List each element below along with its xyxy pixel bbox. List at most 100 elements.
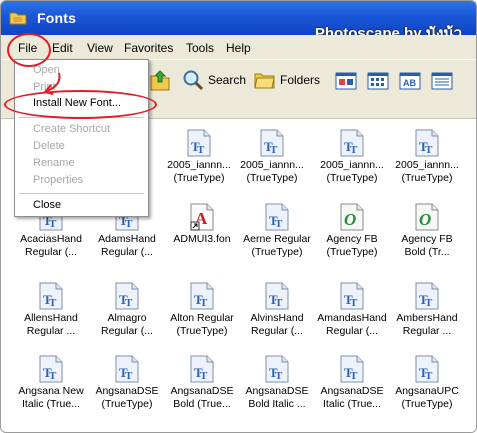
title-bar: Fonts Photoscape by นังนุ้ว (1, 1, 476, 42)
font-item[interactable]: TT Aerne Regular (TrueType) (238, 203, 316, 275)
font-item[interactable]: TT AngsanaDSE Italic (True... (313, 355, 391, 427)
font-item[interactable]: TT AllensHand Regular ... (12, 282, 90, 354)
font-item[interactable]: TT 2005_iannn... (TrueType) (313, 129, 391, 201)
font-item[interactable]: A ADMUI3.fon (163, 203, 241, 275)
truetype-font-icon: TT (415, 129, 439, 157)
svg-text:T: T (275, 370, 283, 382)
folders-label: Folders (280, 73, 321, 87)
font-name: AngsanaDSE (245, 385, 309, 397)
font-item[interactable]: TT AngsanaDSE Bold Italic ... (238, 355, 316, 427)
menu-item-rename: Rename (33, 157, 75, 169)
folders-button[interactable]: Folders (254, 67, 320, 93)
svg-text:T: T (275, 218, 283, 230)
font-type: Bold (True... (173, 398, 231, 410)
menu-edit[interactable]: Edit (52, 41, 73, 55)
font-name: AcaciasHand (20, 233, 82, 245)
font-item[interactable]: TT AmandasHand Regular (... (313, 282, 391, 354)
raster-font-shortcut-icon: A (190, 203, 214, 231)
font-item[interactable]: TT 2005_iannn... (TrueType) (160, 129, 238, 201)
menu-item-close[interactable]: Close (33, 199, 61, 211)
svg-text:T: T (425, 297, 433, 309)
svg-text:T: T (200, 370, 208, 382)
svg-text:O: O (344, 210, 356, 229)
truetype-font-icon: TT (115, 355, 139, 383)
font-name: Agency FB (401, 233, 453, 245)
font-name: Almagro (107, 312, 147, 324)
font-name: 2005_iannn... (320, 159, 384, 171)
view-details-button[interactable] (430, 70, 456, 94)
svg-text:T: T (270, 144, 278, 156)
font-item[interactable]: TT AlvinsHand Regular (... (238, 282, 316, 354)
font-type: (TrueType) (251, 246, 303, 258)
font-name: AmandasHand (317, 312, 387, 324)
font-item[interactable]: O Agency FB Bold (Tr... (388, 203, 466, 275)
font-name: 2005_iannn... (395, 159, 459, 171)
font-type: (TrueType) (246, 172, 298, 184)
font-item[interactable]: O Agency FB (TrueType) (313, 203, 391, 275)
truetype-font-icon: TT (39, 355, 63, 383)
truetype-font-icon: TT (265, 203, 289, 231)
details-view-icon (431, 72, 453, 90)
truetype-font-icon: TT (340, 355, 364, 383)
search-icon (183, 70, 204, 91)
menu-view[interactable]: View (87, 41, 113, 55)
font-item[interactable]: TT 2005_iannn... (TrueType) (388, 129, 466, 201)
menu-favorites[interactable]: Favorites (124, 41, 173, 55)
font-name: Angsana New (18, 385, 84, 397)
annotation-circle-install (4, 90, 157, 119)
font-item[interactable]: TT Alton Regular (TrueType) (163, 282, 241, 354)
opentype-font-icon: O (415, 203, 439, 231)
font-type: (TrueType) (326, 246, 378, 258)
truetype-font-icon: TT (340, 282, 364, 310)
font-type: Regular (... (101, 325, 153, 337)
svg-text:T: T (425, 144, 433, 156)
font-item[interactable]: TT AngsanaUPC (TrueType) (388, 355, 466, 427)
font-name: Alton Regular (170, 312, 234, 324)
svg-text:T: T (350, 297, 358, 309)
font-type: Regular (... (326, 325, 378, 337)
font-name: Agency FB (326, 233, 378, 245)
font-name: AngsanaDSE (170, 385, 234, 397)
menu-help[interactable]: Help (226, 41, 251, 55)
up-folder-icon[interactable] (149, 68, 171, 92)
font-name: AngsanaUPC (395, 385, 459, 397)
search-button[interactable]: Search (182, 67, 246, 93)
font-type: Italic (True... (323, 398, 381, 410)
font-item[interactable]: TT 2005_iannn... (TrueType) (233, 129, 311, 201)
svg-text:AB: AB (403, 78, 416, 88)
font-item[interactable]: TT Angsana New Italic (True... (12, 355, 90, 427)
menu-item-delete: Delete (33, 140, 65, 152)
truetype-font-icon: TT (187, 129, 211, 157)
font-item[interactable]: TT AngsanaDSE Bold (True... (163, 355, 241, 427)
svg-text:T: T (350, 370, 358, 382)
menu-tools[interactable]: Tools (186, 41, 214, 55)
font-name: AlvinsHand (250, 312, 304, 324)
truetype-font-icon: TT (340, 129, 364, 157)
search-label: Search (208, 73, 247, 87)
svg-text:T: T (125, 370, 133, 382)
svg-text:T: T (197, 144, 205, 156)
font-type: (TrueType) (326, 172, 378, 184)
font-type: Regular (... (101, 246, 153, 258)
svg-text:T: T (200, 297, 208, 309)
font-type: (TrueType) (173, 172, 225, 184)
view-similarity-button[interactable]: AB (398, 70, 424, 94)
large-icons-view-icon (335, 72, 357, 90)
svg-text:T: T (49, 218, 57, 230)
view-large-icons-button[interactable] (334, 70, 360, 94)
truetype-font-icon: TT (260, 129, 284, 157)
font-item[interactable]: TT AngsanaDSE (TrueType) (88, 355, 166, 427)
svg-text:T: T (125, 297, 133, 309)
font-name: AdamsHand (98, 233, 156, 245)
font-name: Aerne Regular (243, 233, 311, 245)
font-type: Italic (True... (22, 398, 80, 410)
view-list-button[interactable] (366, 70, 392, 94)
font-item[interactable]: TT AmbersHand Regular ... (388, 282, 466, 354)
font-type: Bold Italic ... (248, 398, 306, 410)
font-type: Regular (... (25, 246, 77, 258)
annotation-circle-file (7, 33, 51, 67)
menu-bar: File Edit View Favorites Tools Help (1, 35, 476, 59)
fonts-window: Fonts Photoscape by นังนุ้ว File Edit Vi… (0, 0, 477, 433)
svg-text:T: T (425, 370, 433, 382)
font-item[interactable]: TT Almagro Regular (... (88, 282, 166, 354)
